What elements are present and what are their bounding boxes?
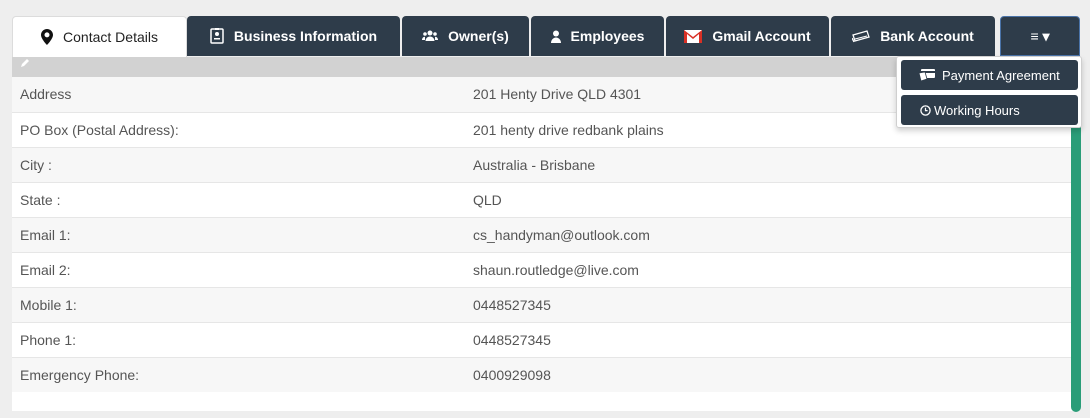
pencil-icon[interactable] xyxy=(20,55,30,73)
more-menu-button[interactable]: ≡ ▾ xyxy=(1000,16,1080,56)
tab-owners[interactable]: Owner(s) xyxy=(402,16,529,56)
table-row: Email 1: cs_handyman@outlook.com xyxy=(12,217,1072,252)
row-label: State : xyxy=(20,192,61,208)
table-row: Phone 1: 0448527345 xyxy=(12,322,1072,357)
menu-item-label: Payment Agreement xyxy=(942,67,1060,83)
hamburger-icon: ≡ ▾ xyxy=(1030,27,1050,44)
row-label: Mobile 1: xyxy=(20,297,77,313)
tab-label: Contact Details xyxy=(63,29,158,45)
row-value: Australia - Brisbane xyxy=(473,157,596,173)
tab-label: Gmail Account xyxy=(712,28,811,44)
scrollbar[interactable] xyxy=(1071,80,1081,412)
row-label: Email 2: xyxy=(20,262,71,278)
clock-icon xyxy=(920,104,931,116)
row-label: Emergency Phone: xyxy=(20,367,140,383)
gmail-icon xyxy=(684,29,703,43)
tab-contact-details[interactable]: Contact Details xyxy=(12,16,187,57)
row-value: 0400929098 xyxy=(473,367,551,383)
tab-bar: Contact Details Business Information Own… xyxy=(12,16,1082,57)
row-value: QLD xyxy=(473,192,502,208)
row-label: Address xyxy=(20,86,72,102)
table-row: Email 2: shaun.routledge@live.com xyxy=(12,252,1072,287)
tab-label: Bank Account xyxy=(880,28,974,44)
tab-label: Employees xyxy=(570,28,645,44)
map-marker-icon xyxy=(41,29,54,45)
row-value: shaun.routledge@live.com xyxy=(473,262,639,278)
more-menu-dropdown: Payment Agreement Working Hours xyxy=(896,56,1082,128)
table-row: Mobile 1: 0448527345 xyxy=(12,287,1072,322)
money-icon xyxy=(852,29,871,43)
row-value: 201 henty drive redbank plains xyxy=(473,122,664,138)
table-row: City : Australia - Brisbane xyxy=(12,147,1072,182)
menu-item-payment-agreement[interactable]: Payment Agreement xyxy=(901,60,1078,90)
users-icon xyxy=(422,30,439,42)
tab-employees[interactable]: Employees xyxy=(531,16,664,56)
tab-label: Business Information xyxy=(233,28,378,44)
row-label: Email 1: xyxy=(20,227,71,243)
credit-card-icon xyxy=(919,69,935,81)
row-value: 0448527345 xyxy=(473,332,551,348)
tab-label: Owner(s) xyxy=(448,28,509,44)
row-value: 0448527345 xyxy=(473,297,551,313)
menu-item-label: Working Hours xyxy=(934,102,1020,118)
tab-gmail-account[interactable]: Gmail Account xyxy=(666,16,829,56)
tab-bank-account[interactable]: Bank Account xyxy=(831,16,995,56)
row-label: City : xyxy=(20,157,52,173)
row-label: PO Box (Postal Address): xyxy=(20,122,179,138)
tab-business-information[interactable]: Business Information xyxy=(187,16,400,56)
row-value: cs_handyman@outlook.com xyxy=(473,227,650,243)
id-badge-icon xyxy=(210,28,224,44)
menu-item-working-hours[interactable]: Working Hours xyxy=(901,95,1078,125)
table-row: Emergency Phone: 0400929098 xyxy=(12,357,1072,392)
table-row: State : QLD xyxy=(12,182,1072,217)
user-icon xyxy=(550,30,561,43)
row-label: Phone 1: xyxy=(20,332,77,348)
row-value: 201 Henty Drive QLD 4301 xyxy=(473,86,642,102)
